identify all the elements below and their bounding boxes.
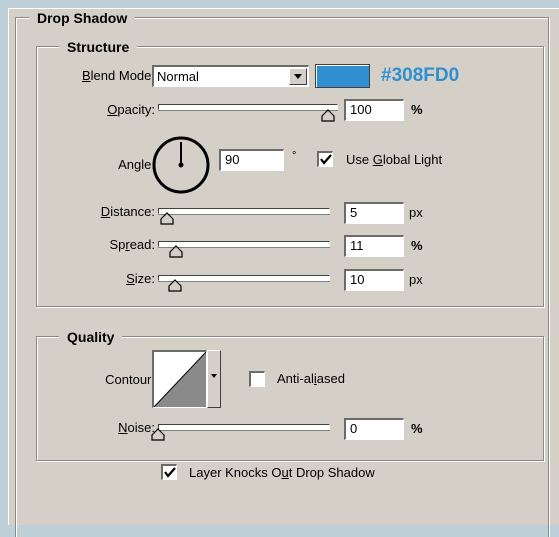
checkmark-icon	[320, 154, 332, 165]
size-slider-thumb[interactable]	[168, 279, 182, 292]
structure-title: Structure	[59, 39, 138, 55]
noise-slider-thumb[interactable]	[151, 428, 165, 441]
contour-dropdown-icon[interactable]	[207, 350, 221, 408]
quality-title: Quality	[59, 329, 123, 345]
use-global-light-label[interactable]: Use Global Light	[346, 152, 442, 168]
drop-shadow-title: Drop Shadow	[29, 10, 136, 26]
angle-label: Angle:	[118, 157, 155, 172]
anti-aliased-label[interactable]: Anti-aliased	[277, 371, 345, 387]
angle-unit: °	[292, 150, 297, 162]
blend-mode-label: Blend Mode:	[82, 68, 155, 83]
distance-input[interactable]: 5	[344, 202, 404, 224]
noise-slider-track[interactable]	[158, 424, 330, 430]
use-global-light-checkbox[interactable]	[317, 151, 333, 167]
drop-shadow-panel: Drop Shadow Structure Blend Mode: Normal…	[8, 8, 559, 537]
noise-unit: %	[411, 421, 423, 436]
anti-aliased-checkbox[interactable]	[249, 371, 265, 387]
angle-dial[interactable]	[152, 136, 210, 194]
layer-knocks-out-label[interactable]: Layer Knocks Out Drop Shadow	[189, 465, 375, 481]
size-slider-track[interactable]	[158, 275, 330, 281]
distance-slider-track[interactable]	[158, 208, 330, 214]
blend-mode-select[interactable]: Normal	[152, 65, 309, 87]
checkmark-icon	[164, 467, 176, 478]
distance-slider-thumb[interactable]	[160, 212, 174, 225]
distance-label: Distance:	[100, 204, 155, 219]
size-label: Size:	[126, 271, 155, 286]
shadow-color-hex: #308FD0	[381, 65, 460, 86]
distance-unit: px	[409, 205, 423, 220]
spread-unit: %	[411, 238, 423, 253]
noise-label: Noise:	[118, 420, 155, 435]
spread-slider-thumb[interactable]	[169, 245, 183, 258]
size-unit: px	[409, 272, 423, 287]
blend-mode-value: Normal	[157, 69, 199, 84]
spread-input[interactable]: 11	[344, 235, 404, 257]
size-input[interactable]: 10	[344, 269, 404, 291]
opacity-label: Opacity:	[107, 102, 155, 117]
opacity-slider-track[interactable]	[158, 104, 338, 110]
angle-input[interactable]: 90	[219, 149, 284, 171]
spread-label: Spread:	[109, 237, 155, 252]
noise-input[interactable]: 0	[344, 418, 404, 440]
opacity-unit: %	[411, 102, 423, 117]
opacity-input[interactable]: 100	[344, 99, 404, 121]
shadow-color-swatch[interactable]	[315, 64, 370, 88]
opacity-slider-thumb[interactable]	[321, 109, 335, 122]
chevron-down-icon[interactable]	[289, 68, 307, 85]
layer-knocks-out-checkbox[interactable]	[161, 464, 177, 480]
spread-slider-track[interactable]	[158, 241, 330, 247]
contour-label: Contour:	[105, 372, 155, 387]
quality-group	[36, 336, 544, 461]
contour-picker[interactable]	[152, 350, 207, 408]
contour-curve-icon	[154, 352, 206, 407]
